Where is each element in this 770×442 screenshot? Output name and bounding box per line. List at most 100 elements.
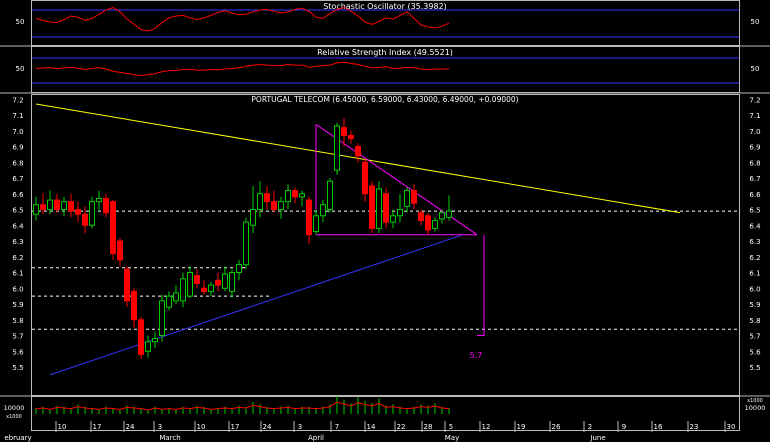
x-day-label: 10 — [197, 423, 206, 431]
x-day-label: 17 — [231, 423, 240, 431]
x-day-label: 22 — [397, 423, 406, 431]
candle-body — [222, 273, 228, 289]
price-tick-left: 6.6 — [12, 191, 24, 199]
price-tick-right: 6.6 — [749, 191, 761, 199]
x-day-label: 17 — [93, 423, 102, 431]
candle-body — [47, 199, 53, 211]
x-month-label: May — [445, 434, 459, 442]
rsi-tick-left: 50 — [16, 65, 25, 73]
x-day-label: 3 — [298, 423, 302, 431]
x-day-label: 2 — [588, 423, 592, 431]
candle-body — [82, 213, 88, 226]
candle-body — [285, 190, 291, 203]
x-day-label: 5 — [449, 423, 453, 431]
price-title: PORTUGAL TELECOM (6.45000, 6.59000, 6.43… — [251, 95, 518, 104]
x-day-label: 24 — [126, 423, 135, 431]
price-tick-right: 7.0 — [749, 128, 760, 136]
x-day-label: 7 — [335, 423, 339, 431]
candle-body — [299, 193, 305, 198]
candle-body — [369, 185, 375, 229]
price-tick-left: 7.0 — [12, 128, 23, 136]
candle-body — [306, 199, 312, 236]
price-tick-left: 5.6 — [12, 348, 24, 356]
candle-body — [390, 215, 396, 223]
target-projection-line — [477, 234, 485, 336]
candle-body — [236, 264, 242, 273]
price-tick-right: 5.5 — [749, 364, 760, 372]
price-tick-right: 5.9 — [749, 301, 760, 309]
candle-body — [54, 199, 60, 211]
candle-body — [194, 275, 200, 285]
candle-body — [124, 268, 130, 302]
price-tick-right: 6.0 — [749, 285, 760, 293]
candle-body — [138, 319, 144, 355]
x-day-label: 10 — [58, 423, 67, 431]
candle-body — [439, 212, 445, 220]
stochastic-tick-left: 50 — [16, 18, 25, 26]
candle-body — [159, 300, 165, 337]
candle-body — [208, 284, 214, 292]
price-tick-left: 6.4 — [12, 222, 24, 230]
x-day-label: 28 — [424, 423, 433, 431]
x-day-label: 19 — [517, 423, 526, 431]
candle-body — [187, 272, 193, 297]
candle-body — [348, 134, 354, 140]
price-tick-left: 6.1 — [12, 270, 23, 278]
candle-body — [173, 292, 179, 302]
candle-body — [313, 215, 319, 233]
price-tick-left: 6.7 — [12, 175, 23, 183]
candle-body — [264, 193, 270, 203]
volume-unit-left: x1000 — [6, 414, 22, 420]
candle-body — [397, 209, 403, 217]
price-tick-left: 6.9 — [12, 144, 23, 152]
price-tick-right: 7.1 — [749, 112, 760, 120]
candle-body — [103, 197, 109, 214]
volume-tick-right: 10000 — [745, 404, 766, 412]
candle-body — [257, 193, 263, 210]
x-day-label: 24 — [263, 423, 272, 431]
candle-body — [418, 212, 424, 222]
x-day-label: 3 — [158, 423, 162, 431]
candle-body — [243, 221, 249, 266]
price-tick-right: 6.8 — [749, 159, 760, 167]
price-tick-right: 6.2 — [749, 254, 760, 262]
price-tick-right: 5.6 — [749, 348, 761, 356]
price-tick-left: 6.2 — [12, 254, 23, 262]
candle-body — [446, 210, 452, 218]
volume-unit-right: x1000 — [747, 398, 763, 404]
x-day-label: 9 — [622, 423, 626, 431]
candle-body — [152, 338, 158, 343]
price-tick-left: 7.1 — [12, 112, 23, 120]
x-day-label: 26 — [552, 423, 561, 431]
price-tick-right: 6.4 — [749, 222, 761, 230]
price-tick-left: 5.5 — [12, 364, 23, 372]
price-tick-right: 6.7 — [749, 175, 760, 183]
x-month-label: April — [308, 434, 324, 442]
price-tick-right: 6.3 — [749, 238, 760, 246]
candle-body — [40, 204, 46, 210]
price-tick-left: 5.7 — [12, 333, 23, 341]
candle-body — [33, 204, 39, 215]
price-tick-right: 5.8 — [749, 317, 760, 325]
candle-body — [292, 190, 298, 198]
x-month-label: ebruary — [4, 434, 31, 442]
candle-body — [432, 220, 438, 229]
candle-body — [131, 290, 137, 321]
price-tick-right: 7.2 — [749, 96, 760, 104]
candle-body — [341, 127, 347, 136]
target-label: 5.7 — [470, 351, 483, 360]
candle-body — [229, 272, 235, 292]
candle-body — [89, 201, 95, 226]
price-tick-left: 6.8 — [12, 159, 23, 167]
price-tick-left: 6.5 — [12, 207, 23, 215]
rsi-title: Relative Strength Index (49.5521) — [317, 48, 453, 57]
candle-body — [425, 215, 431, 231]
x-day-label: 23 — [690, 423, 699, 431]
candle-body — [383, 193, 389, 223]
candle-body — [327, 180, 333, 210]
price-tick-right: 5.7 — [749, 333, 760, 341]
candle-body — [411, 190, 417, 204]
price-tick-left: 5.9 — [12, 301, 23, 309]
x-day-label: 14 — [367, 423, 376, 431]
price-tick-right: 6.5 — [749, 207, 760, 215]
